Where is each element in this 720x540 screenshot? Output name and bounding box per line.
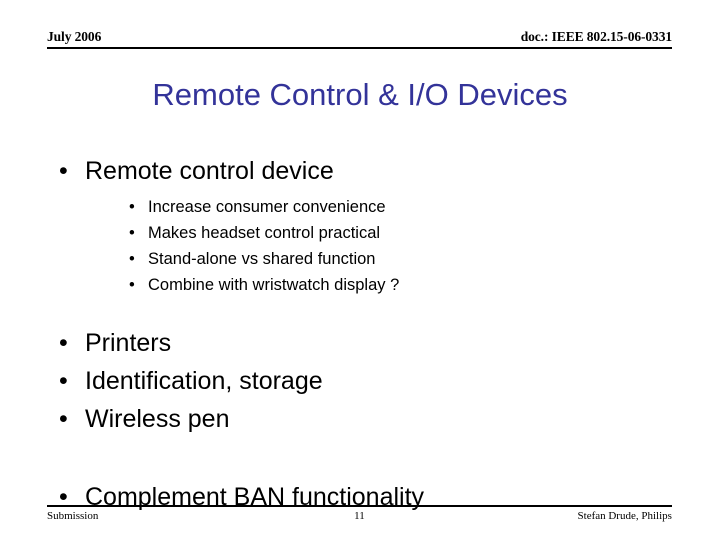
bullet-printers: • Printers <box>47 324 672 362</box>
slide-body: • Remote control device • Increase consu… <box>47 152 672 516</box>
bullet-text: Printers <box>85 329 172 357</box>
bullet-glyph-icon: • <box>59 367 68 395</box>
footer-author: Stefan Drude, Philips <box>577 510 672 522</box>
sub-bullet-text: Combine with wristwatch display ? <box>148 276 400 294</box>
sub-bullet-list: • Increase consumer convenience • Makes … <box>47 194 672 298</box>
bullet-glyph-icon: • <box>59 329 68 357</box>
bullet-text: Remote control device <box>85 157 334 185</box>
bullet-identification-storage: • Identification, storage <box>47 362 672 400</box>
footer-submission-label: Submission <box>47 510 99 522</box>
header-text-row: July 2006 doc.: IEEE 802.15-06-0331 <box>47 29 672 45</box>
bullet-glyph-icon: • <box>129 250 135 268</box>
header-doc-number: doc.: IEEE 802.15-06-0331 <box>520 29 672 44</box>
sub-bullet-combine-with-wristwatch-display: • Combine with wristwatch display ? <box>47 272 672 298</box>
bullet-text: Identification, storage <box>85 367 323 395</box>
sub-bullet-stand-alone-vs-shared-function: • Stand-alone vs shared function <box>47 246 672 272</box>
bullet-glyph-icon: • <box>129 198 135 216</box>
bullet-remote-control-device: • Remote control device <box>47 152 672 190</box>
sub-bullet-increase-consumer-convenience: • Increase consumer convenience <box>47 194 672 220</box>
bullet-wireless-pen: • Wireless pen <box>47 400 672 438</box>
sub-bullet-text: Makes headset control practical <box>148 224 381 242</box>
sub-bullet-text: Stand-alone vs shared function <box>148 250 376 268</box>
header-divider <box>47 47 672 49</box>
bullet-glyph-icon: • <box>59 405 68 433</box>
footer-text-row: Submission 11 Stefan Drude, Philips <box>47 509 672 523</box>
footer-divider <box>47 505 672 507</box>
bullet-glyph-icon: • <box>59 157 68 185</box>
slide-footer: Submission 11 Stefan Drude, Philips <box>47 505 672 529</box>
sub-bullet-text: Increase consumer convenience <box>148 198 386 216</box>
presentation-slide: July 2006 doc.: IEEE 802.15-06-0331 Remo… <box>0 0 720 540</box>
header-date: July 2006 <box>47 29 102 44</box>
slide-title: Remote Control & I/O Devices <box>152 77 568 112</box>
footer-page-number: 11 <box>354 510 365 522</box>
slide-header: July 2006 doc.: IEEE 802.15-06-0331 <box>47 29 672 51</box>
bullet-text: Wireless pen <box>85 405 230 433</box>
sub-bullet-makes-headset-control-practical: • Makes headset control practical <box>47 220 672 246</box>
bullet-glyph-icon: • <box>129 276 135 294</box>
bullet-glyph-icon: • <box>129 224 135 242</box>
